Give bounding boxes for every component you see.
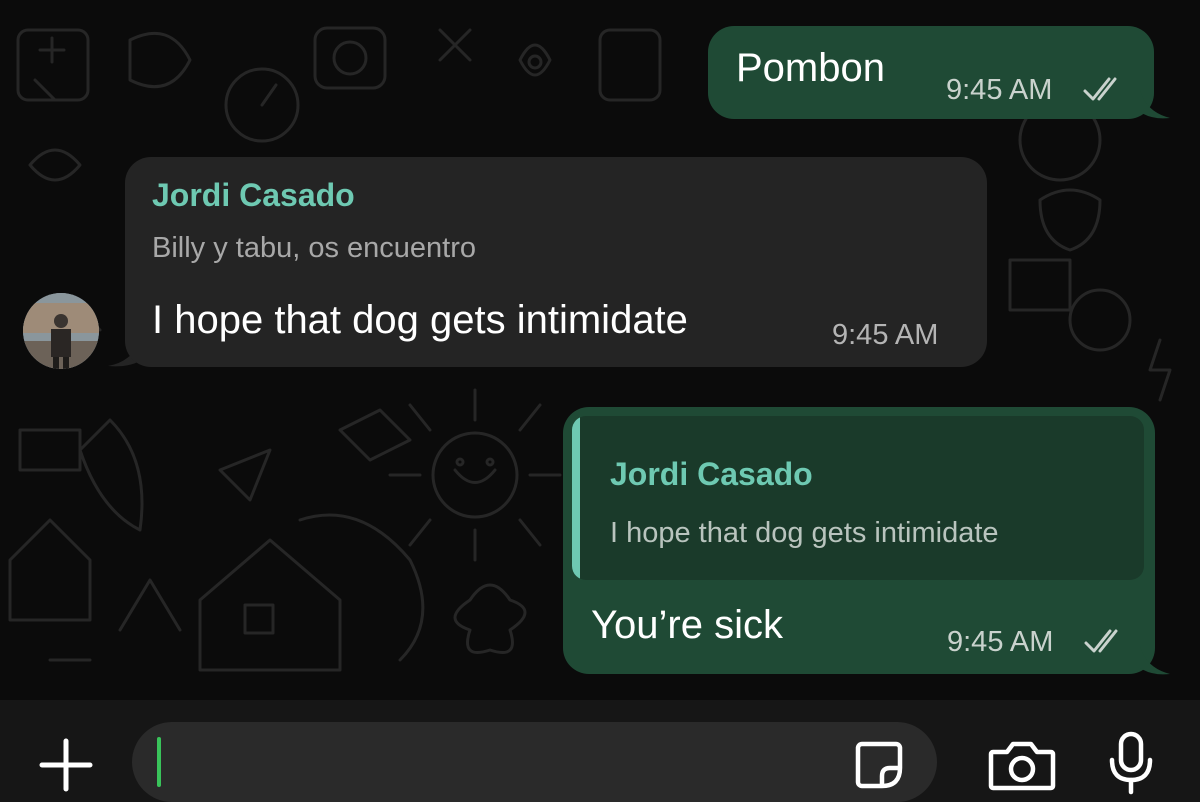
message-text: Pombon bbox=[736, 46, 885, 90]
message-time: 9:45 AM bbox=[946, 74, 1053, 106]
quoted-sender-name: Jordi Casado bbox=[610, 456, 813, 492]
message-text: I hope that dog gets intimidate bbox=[152, 298, 688, 342]
text-cursor bbox=[157, 737, 161, 787]
message-input[interactable] bbox=[132, 722, 937, 802]
outgoing-message-bubble[interactable]: Jordi Casado I hope that dog gets intimi… bbox=[563, 407, 1155, 674]
quoted-text: I hope that dog gets intimidate bbox=[610, 517, 999, 549]
sender-name[interactable]: Jordi Casado bbox=[152, 177, 355, 214]
user-avatar-icon bbox=[23, 293, 99, 369]
quoted-message[interactable]: Jordi Casado I hope that dog gets intimi… bbox=[572, 416, 1144, 580]
plus-icon[interactable] bbox=[36, 735, 96, 795]
bubble-tail bbox=[1140, 90, 1170, 119]
quote-accent-bar bbox=[572, 416, 580, 580]
avatar[interactable] bbox=[23, 293, 99, 369]
message-text: You’re sick bbox=[591, 603, 783, 647]
bubble-tail bbox=[1140, 646, 1170, 675]
double-check-icon bbox=[1084, 629, 1118, 653]
incoming-message-bubble[interactable]: Jordi Casado Billy y tabu, os encuentro … bbox=[125, 157, 987, 367]
microphone-icon[interactable] bbox=[1106, 730, 1156, 796]
message-time: 9:45 AM bbox=[947, 626, 1054, 658]
outgoing-message-bubble[interactable]: Pombon 9:45 AM bbox=[708, 26, 1154, 119]
message-time: 9:45 AM bbox=[832, 319, 939, 351]
sticker-icon[interactable] bbox=[852, 738, 906, 792]
forwarded-text: Billy y tabu, os encuentro bbox=[152, 232, 477, 264]
camera-icon[interactable] bbox=[987, 738, 1057, 792]
double-check-icon bbox=[1083, 77, 1117, 101]
